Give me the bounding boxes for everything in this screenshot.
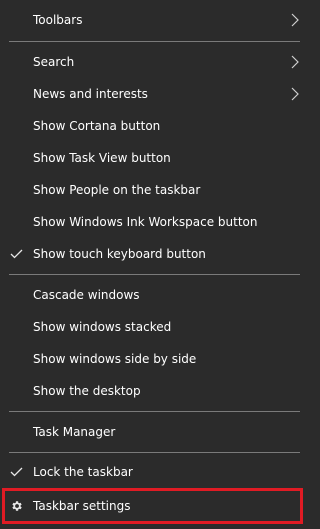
menu-item-label: News and interests [33,87,148,101]
menu-item-label: Taskbar settings [33,499,131,513]
checkmark-icon [10,467,23,477]
menu-item-show-windows-side-by-side[interactable]: Show windows side by side [0,343,307,375]
menu-item-label: Show Windows Ink Workspace button [33,215,258,229]
menu-item-label: Show the desktop [33,384,141,398]
menu-item-label: Show Cortana button [33,119,161,133]
chevron-right-icon [291,13,299,27]
menu-divider [9,274,300,275]
menu-item-show-people[interactable]: Show People on the taskbar [0,174,307,206]
menu-item-label: Show Task View button [33,151,171,165]
chevron-right-icon [291,87,299,101]
checkmark-icon [10,249,23,259]
menu-item-show-cortana-button[interactable]: Show Cortana button [0,110,307,142]
menu-item-show-the-desktop[interactable]: Show the desktop [0,375,307,407]
menu-item-taskbar-settings[interactable]: Taskbar settings [0,490,307,522]
chevron-right-icon [291,55,299,69]
menu-item-label: Lock the taskbar [33,465,133,479]
menu-item-label: Toolbars [33,13,83,27]
menu-item-search[interactable]: Search [0,46,307,78]
menu-item-label: Search [33,55,75,69]
menu-item-label: Show touch keyboard button [33,247,206,261]
menu-divider [9,452,300,453]
menu-item-label: Show People on the taskbar [33,183,201,197]
menu-item-cascade-windows[interactable]: Cascade windows [0,279,307,311]
menu-item-show-windows-ink[interactable]: Show Windows Ink Workspace button [0,206,307,238]
taskbar-context-menu: Toolbars Search News and interests Show … [0,0,307,529]
menu-item-toolbars[interactable]: Toolbars [0,4,307,36]
menu-item-label: Task Manager [33,425,116,439]
menu-item-label: Cascade windows [33,288,140,302]
gear-icon [12,501,22,511]
menu-item-show-task-view-button[interactable]: Show Task View button [0,142,307,174]
menu-item-lock-the-taskbar[interactable]: Lock the taskbar [0,456,307,488]
menu-divider [9,411,300,412]
menu-item-news-and-interests[interactable]: News and interests [0,78,307,110]
menu-item-show-touch-keyboard[interactable]: Show touch keyboard button [0,238,307,270]
menu-divider [9,41,300,42]
menu-item-task-manager[interactable]: Task Manager [0,416,307,448]
menu-item-label: Show windows stacked [33,320,172,334]
menu-item-show-windows-stacked[interactable]: Show windows stacked [0,311,307,343]
menu-item-label: Show windows side by side [33,352,197,366]
